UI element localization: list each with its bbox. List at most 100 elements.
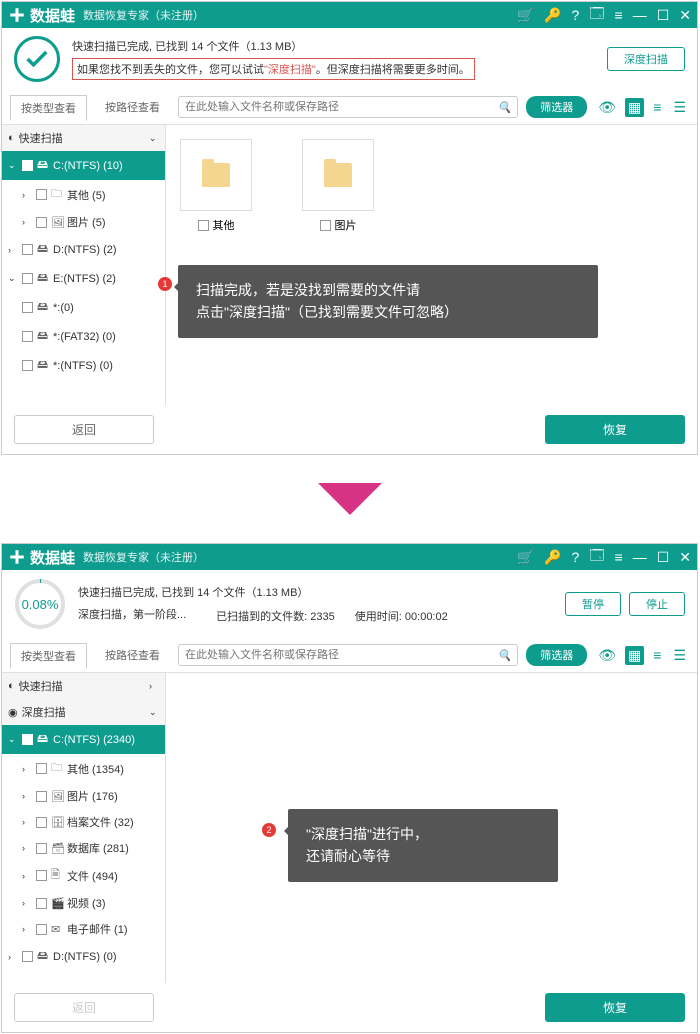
list-view-icon[interactable]: ≡ <box>650 646 664 664</box>
chevron-right-icon: › <box>8 952 18 962</box>
chevron-right-icon: › <box>8 245 18 255</box>
tabs-row: 按类型查看 按路径查看 🔍 筛选器 👁 ▦ ≡ ☰ <box>2 638 697 673</box>
back-button: 返回 <box>14 993 154 1022</box>
tree-c-pic[interactable]: ›🖼图片 (5) <box>2 209 165 235</box>
chevron-right-icon: › <box>22 791 32 801</box>
detail-view-icon[interactable]: ☰ <box>670 98 689 117</box>
grid-view-icon[interactable]: ▦ <box>625 646 644 665</box>
help-icon[interactable]: ? <box>572 7 580 23</box>
minimize-icon[interactable]: — <box>633 549 647 565</box>
checkbox[interactable] <box>22 302 33 313</box>
folder-tile-other[interactable]: 其他 <box>180 139 252 233</box>
cart-icon[interactable]: 🛒 <box>517 7 534 24</box>
tree-quick-scan[interactable]: ◐快速扫描⌄ <box>2 125 165 151</box>
checkbox[interactable] <box>36 791 47 802</box>
tree-c-database[interactable]: ›🗃数据库 (281) <box>2 835 165 861</box>
tree-c-pic[interactable]: ›🖼图片 (176) <box>2 783 165 809</box>
save-icon[interactable]: 🗔 <box>589 545 604 569</box>
search-icon[interactable]: 🔍 <box>498 649 512 662</box>
tab-by-path[interactable]: 按路径查看 <box>95 643 170 667</box>
tree-c-other[interactable]: ›🗀其他 (1354) <box>2 754 165 783</box>
recover-button[interactable]: 恢复 <box>545 993 685 1022</box>
checkbox[interactable] <box>36 843 47 854</box>
menu-icon[interactable]: ≡ <box>615 549 623 565</box>
cart-icon[interactable]: 🛒 <box>517 549 534 566</box>
tree-star0[interactable]: 🖴*:(0) <box>2 293 165 322</box>
checkbox[interactable] <box>320 220 331 231</box>
tree-c-email[interactable]: ›✉电子邮件 (1) <box>2 916 165 942</box>
help-icon[interactable]: ? <box>572 549 580 565</box>
filter-button[interactable]: 筛选器 <box>526 644 587 666</box>
tree-c-document[interactable]: ›🗎文件 (494) <box>2 861 165 890</box>
key-icon[interactable]: 🔑 <box>544 7 561 24</box>
chevron-right-icon: › <box>22 764 32 774</box>
checkbox[interactable] <box>22 360 33 371</box>
folder-tile-pic[interactable]: 图片 <box>302 139 374 233</box>
recover-button[interactable]: 恢复 <box>545 415 685 444</box>
document-icon: 🗎 <box>51 866 63 885</box>
checkbox[interactable] <box>22 331 33 342</box>
checkbox[interactable] <box>36 189 47 200</box>
deep-scan-button[interactable]: 深度扫描 <box>607 47 685 71</box>
chevron-right-icon: › <box>22 217 32 227</box>
annotation-dot-2: 2 <box>262 823 276 837</box>
checkbox[interactable] <box>36 217 47 228</box>
maximize-icon[interactable]: ☐ <box>657 7 670 24</box>
tab-by-path[interactable]: 按路径查看 <box>95 95 170 119</box>
tree-d-drive[interactable]: ›🖴D:(NTFS) (0) <box>2 942 165 971</box>
scan-status-line1: 快速扫描已完成, 已找到 14 个文件（1.13 MB） <box>72 38 595 54</box>
tree-d-drive[interactable]: ›🖴D:(NTFS) (2) <box>2 235 165 264</box>
filter-button[interactable]: 筛选器 <box>526 96 587 118</box>
preview-icon[interactable]: 👁 <box>595 98 619 117</box>
back-button[interactable]: 返回 <box>14 415 154 444</box>
video-icon: 🎬 <box>51 897 63 910</box>
checkbox[interactable] <box>22 273 33 284</box>
checkbox[interactable] <box>36 898 47 909</box>
minimize-icon[interactable]: — <box>633 7 647 23</box>
checkbox[interactable] <box>36 763 47 774</box>
save-icon[interactable]: 🗔 <box>589 3 604 27</box>
tab-by-type[interactable]: 按类型查看 <box>10 643 87 669</box>
menu-icon[interactable]: ≡ <box>615 7 623 23</box>
detail-view-icon[interactable]: ☰ <box>670 646 689 665</box>
close-icon[interactable]: ✕ <box>679 7 691 24</box>
search-box[interactable]: 🔍 <box>178 644 518 666</box>
close-icon[interactable]: ✕ <box>679 549 691 566</box>
tree-star-fat[interactable]: 🖴*:(FAT32) (0) <box>2 322 165 351</box>
tree-c-archive[interactable]: ›🗄档案文件 (32) <box>2 809 165 835</box>
grid-view-icon[interactable]: ▦ <box>625 98 644 117</box>
checkbox[interactable] <box>198 220 209 231</box>
search-box[interactable]: 🔍 <box>178 96 518 118</box>
database-icon: 🗃 <box>51 842 63 855</box>
tree-star-ntfs[interactable]: 🖴*:(NTFS) (0) <box>2 351 165 380</box>
checkbox[interactable] <box>22 734 33 745</box>
pause-button[interactable]: 暂停 <box>565 592 621 616</box>
search-icon[interactable]: 🔍 <box>498 101 512 114</box>
maximize-icon[interactable]: ☐ <box>657 549 670 566</box>
tree-e-drive[interactable]: ⌄🖴E:(NTFS) (2) <box>2 264 165 293</box>
checkbox[interactable] <box>36 870 47 881</box>
deep-scan-link[interactable]: "深度扫描" <box>264 64 316 76</box>
checkbox[interactable] <box>22 160 33 171</box>
tree-c-video[interactable]: ›🎬视频 (3) <box>2 890 165 916</box>
tree-deep-scan[interactable]: ◉深度扫描⌄ <box>2 699 165 725</box>
scan-header: 快速扫描已完成, 已找到 14 个文件（1.13 MB） 如果您找不到丢失的文件… <box>2 28 697 90</box>
checkbox[interactable] <box>22 244 33 255</box>
list-view-icon[interactable]: ≡ <box>650 98 664 116</box>
tree-c-drive[interactable]: ⌄🖴C:(NTFS) (2340) <box>2 725 165 754</box>
checkbox[interactable] <box>22 951 33 962</box>
search-input[interactable] <box>185 101 498 113</box>
checkbox[interactable] <box>36 817 47 828</box>
key-icon[interactable]: 🔑 <box>544 549 561 566</box>
stop-button[interactable]: 停止 <box>629 592 685 616</box>
chevron-down-icon: ⌄ <box>149 707 159 718</box>
hint-box: 如果您找不到丢失的文件，您可以试试"深度扫描"。但深度扫描将需要更多时间。 <box>72 58 475 80</box>
checkbox[interactable] <box>36 924 47 935</box>
tree-quick-scan[interactable]: ◐快速扫描› <box>2 673 165 699</box>
tab-by-type[interactable]: 按类型查看 <box>10 95 87 121</box>
search-input[interactable] <box>185 649 498 661</box>
tree-c-drive[interactable]: ⌄🖴C:(NTFS) (10) <box>2 151 165 180</box>
folder-icon <box>202 163 230 187</box>
preview-icon[interactable]: 👁 <box>595 646 619 665</box>
tree-c-other[interactable]: ›🗀其他 (5) <box>2 180 165 209</box>
